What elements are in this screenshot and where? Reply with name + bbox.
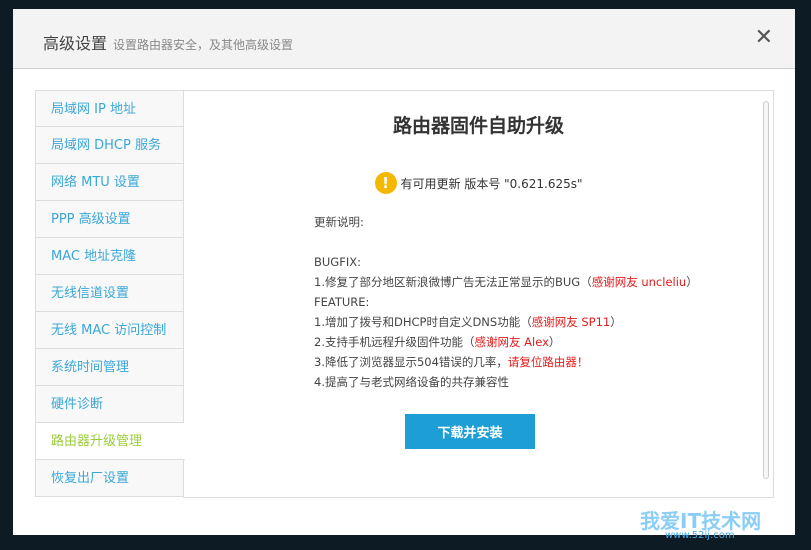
thanks-text: 感谢网友 Alex (474, 335, 549, 349)
close-icon[interactable]: ✕ (755, 25, 773, 50)
note-text: 1.增加了拨号和DHCP时自定义DNS功能（ (314, 315, 532, 329)
note-line: 1.增加了拨号和DHCP时自定义DNS功能（感谢网友 SP11） (314, 312, 773, 332)
sidebar-item-wireless-mac[interactable]: 无线 MAC 访问控制 (35, 312, 184, 349)
sidebar-item-mac-clone[interactable]: MAC 地址克隆 (35, 238, 184, 275)
warning-text: 请复位路由器！ (507, 355, 589, 369)
upgrade-panel: 路由器固件自助升级 ! 有可用更新 版本号 "0.621.625s" 更新说明: … (183, 90, 774, 498)
download-install-button[interactable]: 下载并安装 (405, 414, 535, 449)
sidebar-item-mtu[interactable]: 网络 MTU 设置 (35, 164, 184, 201)
sidebar-item-router-upgrade[interactable]: 路由器升级管理 (35, 423, 185, 460)
paren: ） (686, 275, 698, 289)
release-notes: 更新说明: BUGFIX: 1.修复了部分地区新浪微博广告无法正常显示的BUG（… (314, 212, 773, 392)
note-line: 2.支持手机远程升级固件功能（感谢网友 Alex） (314, 332, 773, 352)
paren: ） (610, 315, 622, 329)
note-text: 3.降低了浏览器显示504错误的几率， (314, 355, 508, 369)
dialog-title: 高级设置 设置路由器安全，及其他高级设置 (43, 30, 293, 54)
update-status: ! 有可用更新 版本号 "0.621.625s" (184, 172, 773, 194)
thanks-text: 感谢网友 uncleliu (591, 275, 687, 289)
warning-icon: ! (374, 172, 397, 194)
dialog-subtitle: 设置路由器安全，及其他高级设置 (113, 38, 294, 52)
sidebar-item-hardware-diagnosis[interactable]: 硬件诊断 (35, 386, 184, 423)
sidebar-item-ppp[interactable]: PPP 高级设置 (35, 201, 184, 238)
notes-label: 更新说明: (314, 215, 364, 229)
bugfix-heading: BUGFIX: (314, 255, 361, 269)
advanced-settings-dialog: 高级设置 设置路由器安全，及其他高级设置 ✕ 局域网 IP 地址 局域网 DHCP… (13, 9, 795, 535)
sidebar-item-lan-ip[interactable]: 局域网 IP 地址 (35, 90, 184, 127)
thanks-text: 感谢网友 SP11 (531, 315, 611, 329)
sidebar: 局域网 IP 地址 局域网 DHCP 服务 网络 MTU 设置 PPP 高级设置… (35, 90, 185, 497)
title-text: 高级设置 (43, 34, 108, 53)
sidebar-item-dhcp[interactable]: 局域网 DHCP 服务 (35, 127, 184, 164)
watermark-url: www.52ij.com (665, 530, 735, 541)
note-text: 1.修复了部分地区新浪微博广告无法正常显示的BUG（ (314, 275, 592, 289)
paren: ） (548, 335, 561, 349)
sidebar-item-wireless-channel[interactable]: 无线信道设置 (35, 275, 184, 312)
panel-title: 路由器固件自助升级 (392, 115, 564, 137)
sidebar-item-system-time[interactable]: 系统时间管理 (35, 349, 184, 386)
update-version: 有可用更新 版本号 "0.621.625s" (400, 176, 583, 191)
sidebar-item-factory-reset[interactable]: 恢复出厂设置 (35, 460, 184, 497)
feature-heading: FEATURE: (314, 295, 370, 309)
note-line: 1.修复了部分地区新浪微博广告无法正常显示的BUG（感谢网友 uncleliu） (314, 272, 773, 292)
scrollbar[interactable] (763, 101, 769, 479)
note-text: 2.支持手机远程升级固件功能（ (314, 335, 475, 349)
note-line: 3.降低了浏览器显示504错误的几率，请复位路由器！ (314, 352, 773, 372)
note-line: 4.提高了与老式网络设备的共存兼容性 (314, 375, 509, 389)
dialog-header: 高级设置 设置路由器安全，及其他高级设置 ✕ (13, 9, 795, 69)
